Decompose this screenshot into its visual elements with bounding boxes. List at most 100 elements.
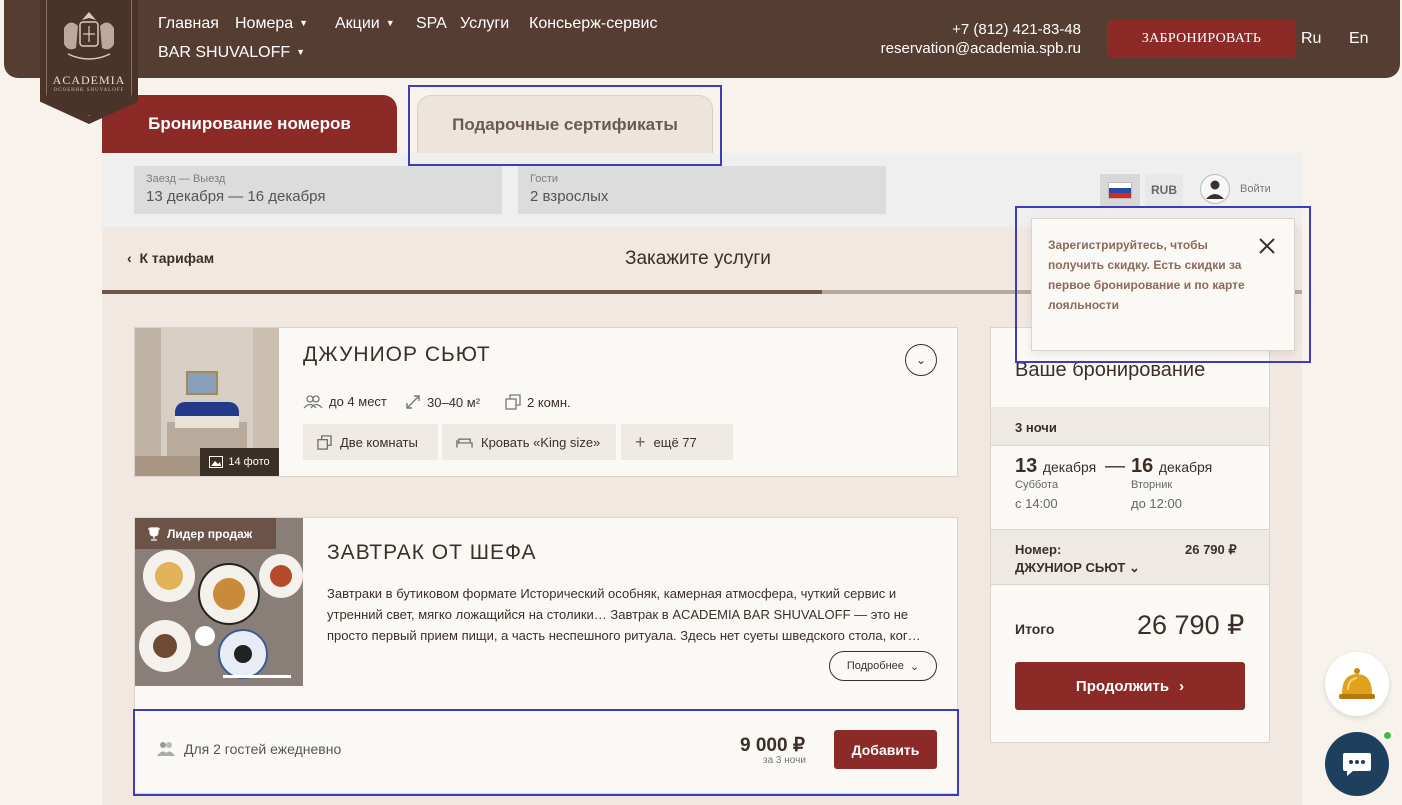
chevron-left-icon: ‹ (127, 250, 132, 266)
guests-icon (303, 394, 323, 408)
room-area-value: 30–40 м² (427, 394, 481, 410)
resize-icon (406, 395, 420, 409)
page-title: Закажите услуги (625, 248, 771, 269)
logo-name: ACADEMIA (52, 73, 126, 87)
trophy-icon (148, 526, 160, 541)
bed-icon (456, 438, 473, 448)
checkin-weekday: Суббота (1015, 479, 1059, 491)
nav-bar-shuvaloff[interactable]: BAR SHUVALOFF ▼ (158, 44, 305, 62)
user-icon[interactable] (1200, 174, 1230, 204)
chevron-down-icon: ⌄ (915, 353, 927, 367)
login-link[interactable]: Войти (1240, 183, 1271, 195)
room-capacity: до 4 мест (303, 394, 387, 409)
feature-chip-label: ещё 77 (653, 434, 697, 450)
total-label: Итого (1015, 621, 1055, 637)
nav-services[interactable]: Услуги (460, 15, 509, 33)
divider (991, 584, 1269, 585)
popover-text: Зарегистрируйтесь, чтобы получить скидку… (1048, 238, 1245, 312)
continue-label: Продолжить (1075, 677, 1170, 695)
crest-icon (64, 12, 114, 60)
more-details-button[interactable]: Подробнее ⌄ (829, 651, 937, 681)
feature-chip[interactable]: Кровать «King size» (442, 424, 616, 460)
room-area: 30–40 м² (405, 394, 480, 410)
chevron-down-icon: ⌄ (909, 660, 920, 673)
close-icon[interactable] (1255, 234, 1279, 258)
tab-gift-certificates[interactable]: Подарочные сертификаты (417, 95, 713, 153)
rooms-icon (317, 434, 332, 450)
chevron-right-icon: › (1179, 677, 1185, 695)
back-label: К тарифам (139, 250, 215, 266)
service-guests: Для 2 гостей ежедневно (156, 741, 341, 757)
dates-value: 13 декабря — 16 декабря (146, 188, 326, 205)
service-price-period: за 3 ночи (763, 755, 806, 766)
currency-button[interactable]: RUB (1145, 174, 1183, 206)
guests-field[interactable]: Гости 2 взрослых (518, 166, 886, 214)
image-icon (209, 456, 224, 468)
room-price: 26 790 ₽ (1185, 542, 1237, 557)
service-title: ЗАВТРАК ОТ ШЕФА (327, 541, 537, 564)
lang-ru[interactable]: Ru (1301, 30, 1321, 48)
feature-chip-label: Две комнаты (340, 434, 418, 450)
chevron-down-icon: ⌄ (1128, 560, 1140, 575)
logo-subtitle: ОСОБНЯК SHUVALOFF (53, 88, 125, 93)
academia-logo[interactable]: ACADEMIA ОСОБНЯК SHUVALOFF (40, 0, 138, 124)
email-link[interactable]: reservation@academia.spb.ru (881, 39, 1081, 58)
feature-chip-label: Кровать «King size» (481, 434, 601, 450)
checkin-time: с 14:00 (1015, 496, 1058, 511)
expand-room-button[interactable]: ⌄ (905, 344, 937, 376)
russian-flag-icon (1108, 181, 1132, 199)
concierge-bell-button[interactable] (1325, 652, 1389, 716)
nav-concierge[interactable]: Консьерж-сервис (529, 15, 657, 33)
chat-button[interactable] (1325, 732, 1389, 796)
plus-icon: + (635, 431, 646, 452)
dates-label: Заезд — Выезд (146, 173, 226, 185)
bestseller-badge: Лидер продаж (135, 518, 276, 549)
guests-icon (157, 742, 175, 756)
checkin-date: 13 декабря (1015, 455, 1096, 478)
phone-link[interactable]: +7 (812) 421-83-48 (881, 20, 1081, 39)
photo-count-badge[interactable]: 14 фото (200, 448, 279, 476)
service-guests-label: Для 2 гостей ежедневно (184, 741, 342, 757)
room-name: ДЖУНИОР СЬЮТ (1015, 560, 1126, 575)
checkout-month: декабря (1158, 459, 1213, 475)
room-count: 2 комн. (505, 394, 571, 410)
nav-promotions[interactable]: Акции ▼ (335, 15, 395, 33)
photo-count: 14 фото (228, 456, 270, 468)
rooms-icon (505, 394, 521, 410)
room-name-toggle[interactable]: ДЖУНИОР СЬЮТ ⌄ (1015, 560, 1140, 576)
tab-room-booking[interactable]: Бронирование номеров (102, 95, 397, 153)
checkin-day: 13 (1015, 455, 1038, 477)
chevron-down-icon: ▼ (296, 47, 306, 57)
add-service-button[interactable]: Добавить (834, 730, 937, 769)
book-button[interactable]: ЗАБРОНИРОВАТЬ (1107, 20, 1296, 58)
checkout-day: 16 (1131, 455, 1154, 477)
discount-popover: Зарегистрируйтесь, чтобы получить скидку… (1031, 218, 1295, 351)
room-title: ДЖУНИОР СЬЮТ (303, 343, 491, 366)
service-price: 9 000 ₽ (740, 735, 805, 756)
nights-count: 3 ночи (1015, 420, 1057, 435)
checkout-date: 16 декабря (1131, 455, 1212, 478)
nav-rooms[interactable]: Номера ▼ (235, 15, 308, 33)
bestseller-label: Лидер продаж (167, 526, 253, 541)
summary-title: Ваше бронирование (1015, 359, 1206, 381)
dates-field[interactable]: Заезд — Выезд 13 декабря — 16 декабря (134, 166, 502, 214)
guests-value: 2 взрослых (530, 188, 609, 205)
service-description: Завтраки в бутиковом формате Исторически… (327, 586, 921, 643)
feature-chip[interactable]: Две комнаты (303, 424, 438, 460)
nav-home[interactable]: Главная (158, 15, 219, 33)
back-to-rates-link[interactable]: ‹ К тарифам (127, 250, 214, 266)
continue-button[interactable]: Продолжить › (1015, 662, 1245, 710)
online-status-dot (1382, 730, 1393, 741)
chevron-down-icon: ▼ (299, 18, 309, 28)
language-flag-button[interactable] (1100, 174, 1140, 206)
more-details-label: Подробнее (846, 660, 904, 672)
room-label: Номер: (1015, 542, 1062, 557)
checkout-weekday: Вторник (1131, 479, 1173, 491)
more-features-chip[interactable]: + ещё 77 (621, 424, 733, 460)
progress-bar-done (102, 290, 822, 294)
checkin-month: декабря (1042, 459, 1097, 475)
guests-label: Гости (530, 173, 559, 185)
lang-en[interactable]: En (1349, 30, 1369, 48)
nav-spa[interactable]: SPA (416, 15, 447, 33)
room-capacity-value: до 4 мест (329, 394, 387, 409)
